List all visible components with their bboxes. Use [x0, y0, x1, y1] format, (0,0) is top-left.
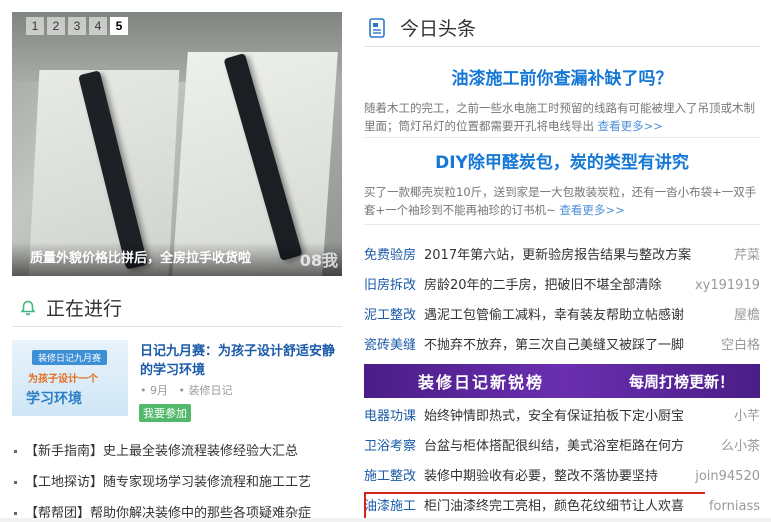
slider-page-3[interactable]: 3: [68, 17, 86, 35]
author-name[interactable]: 屋檐: [729, 301, 760, 331]
news-link[interactable]: 【工地探访】随专家现场学习装修流程和施工工艺: [25, 475, 311, 490]
slider-page-2[interactable]: 2: [47, 17, 65, 35]
slide-caption[interactable]: 质量外貌价格比拼后，全房拉手收货啦: [12, 242, 342, 276]
category-link[interactable]: 瓷砖美缝: [364, 338, 416, 353]
news-link[interactable]: 【新手指南】史上最全装修流程装修经验大汇总: [25, 444, 298, 459]
list-item[interactable]: 免费验房 2017年第六站，更新验房报告结果与整改方案 芹菜: [364, 241, 760, 271]
thumb-tag: 装修日记九月赛: [32, 350, 108, 365]
title-link[interactable]: 始终钟情即热式，安全有保证拍板下定小厨宝: [424, 409, 684, 424]
diary-list: 免费验房 2017年第六站，更新验房报告结果与整改方案 芹菜 旧房拆改 房龄20年的二…: [364, 241, 760, 361]
author-name[interactable]: 么小茶: [716, 432, 760, 462]
join-button[interactable]: 我要参加: [139, 404, 191, 422]
diary-list: 电器功课 始终钟情即热式，安全有保证拍板下定小厨宝 小芊 卫浴考察 台盆与柜体搭配很纠…: [364, 402, 760, 522]
thumb-line: 学习环境: [26, 391, 82, 407]
in-progress-title: 正在进行: [46, 298, 123, 320]
list-item[interactable]: 旧房拆改 房龄20年的二手房，把破旧不堪全部清除 xy191919: [364, 271, 760, 301]
diary-thumbnail[interactable]: 装修日记九月赛 为孩子设计一个 学习环境: [12, 340, 128, 416]
featured-desc: 买了一款椰壳炭粒10斤，送到家是一大包散装炭粒，还有一沓小布袋+一双手套+一个袖…: [364, 183, 760, 219]
featured-article: DIY除甲醛炭包，炭的类型有讲究 买了一款椰壳炭粒10斤，送到家是一大包散装炭粒…: [364, 148, 760, 219]
slider-page-1[interactable]: 1: [26, 17, 44, 35]
author-name[interactable]: 芹菜: [729, 241, 760, 271]
diary-title-link[interactable]: 日记九月赛：为孩子设计舒适安静的学习环境: [140, 342, 340, 380]
featured-title-link[interactable]: DIY除甲醛炭包，炭的类型有讲究: [364, 148, 760, 173]
bullet-icon: [14, 481, 17, 484]
in-progress-header: 正在进行: [20, 294, 122, 321]
category-link[interactable]: 油漆施工: [364, 499, 416, 514]
category-link[interactable]: 卫浴考察: [364, 439, 416, 454]
featured-title-link[interactable]: 油漆施工前你查漏补缺了吗？: [364, 64, 760, 89]
category-link[interactable]: 旧房拆改: [364, 278, 416, 293]
list-item[interactable]: 卫浴考察 台盆与柜体搭配很纠结，美式浴室柜路在何方 么小茶: [364, 432, 760, 462]
diary-category[interactable]: 装修日记: [189, 384, 233, 397]
featured-desc: 随着木工的完工，之前一些水电施工时预留的线路有可能被埋入了吊顶或木制里面；筒灯吊…: [364, 99, 760, 135]
divider: [364, 224, 760, 225]
newspaper-icon: [369, 17, 385, 38]
diary-ranking-banner[interactable]: 装修日记新锐榜 每周打榜更新！: [364, 364, 760, 398]
title-link[interactable]: 房龄20年的二手房，把破旧不堪全部清除: [424, 278, 662, 293]
bullet-icon: [14, 450, 17, 453]
list-item[interactable]: 瓷砖美缝 不抛弃不放弃，第三次自己美缝又被踩了一脚 空白格: [364, 331, 760, 361]
slider-pagination: 1 2 3 4 5: [26, 17, 128, 35]
divider: [364, 46, 760, 47]
featured-desc-text: 随着木工的完工，之前一些水电施工时预留的线路有可能被埋入了吊顶或木制里面；筒灯吊…: [364, 101, 755, 133]
author-name[interactable]: join94520: [691, 462, 760, 492]
more-link[interactable]: 查看更多>>: [559, 203, 624, 217]
title-link[interactable]: 遇泥工包管偷工减料，幸有装友帮助立帖感谢: [424, 308, 684, 323]
title-link[interactable]: 2017年第六站，更新验房报告结果与整改方案: [424, 248, 691, 263]
diary-contest-card: 装修日记九月赛 为孩子设计一个 学习环境 日记九月赛：为孩子设计舒适安静的学习环…: [12, 340, 342, 424]
diary-meta: • 9月 • 装修日记: [140, 382, 233, 398]
title-link[interactable]: 装修中期验收有必要，整改不落协要坚持: [424, 469, 658, 484]
divider: [12, 326, 342, 327]
bullet: •: [140, 384, 150, 397]
author-name[interactable]: xy191919: [690, 271, 760, 301]
title-link[interactable]: 不抛弃不放弃，第三次自己美缝又被踩了一脚: [424, 338, 684, 353]
bullet: •: [178, 384, 189, 397]
page-bottom-border: [0, 518, 771, 522]
divider: [364, 137, 760, 138]
category-link[interactable]: 泥工整改: [364, 308, 416, 323]
title-link[interactable]: 台盆与柜体搭配很纠结，美式浴室柜路在何方: [424, 439, 684, 454]
list-item[interactable]: 施工整改 装修中期验收有必要，整改不落协要坚持 join94520: [364, 462, 760, 492]
author-name[interactable]: 小芊: [729, 402, 760, 432]
headlines-title: 今日头条: [400, 18, 477, 40]
thumb-line: 为孩子设计一个: [28, 374, 98, 385]
featured-article: 油漆施工前你查漏补缺了吗？ 随着木工的完工，之前一些水电施工时预留的线路有可能被…: [364, 64, 760, 135]
slider-page-5[interactable]: 5: [110, 17, 128, 35]
banner-text: 每周打榜更新！: [628, 372, 734, 391]
bell-icon: [20, 300, 36, 315]
author-name[interactable]: 空白格: [716, 331, 760, 361]
more-link[interactable]: 查看更多>>: [598, 119, 663, 133]
category-link[interactable]: 免费验房: [364, 248, 416, 263]
image-slider[interactable]: 1 2 3 4 5 质量外貌价格比拼后，全房拉手收货啦 08我: [12, 12, 342, 276]
diary-month: 9月: [150, 384, 168, 397]
banner-text: 装修日记新锐榜: [418, 373, 545, 392]
watermark-logo: 08我: [299, 251, 338, 270]
bullet-icon: [14, 512, 17, 515]
category-link[interactable]: 施工整改: [364, 469, 416, 484]
list-item[interactable]: 电器功课 始终钟情即热式，安全有保证拍板下定小厨宝 小芊: [364, 402, 760, 432]
category-link[interactable]: 电器功课: [364, 409, 416, 424]
list-item[interactable]: 【工地探访】随专家现场学习装修流程和施工工艺: [14, 467, 334, 498]
guide-news-list: 【新手指南】史上最全装修流程装修经验大汇总 【工地探访】随专家现场学习装修流程和…: [14, 436, 334, 522]
list-item[interactable]: 泥工整改 遇泥工包管偷工减料，幸有装友帮助立帖感谢 屋檐: [364, 301, 760, 331]
list-item[interactable]: 【新手指南】史上最全装修流程装修经验大汇总: [14, 436, 334, 467]
slider-page-4[interactable]: 4: [89, 17, 107, 35]
headlines-header: 今日头条: [368, 14, 476, 41]
title-link[interactable]: 柜门油漆终完工亮相，颜色花纹细节让人欢喜: [424, 499, 684, 514]
